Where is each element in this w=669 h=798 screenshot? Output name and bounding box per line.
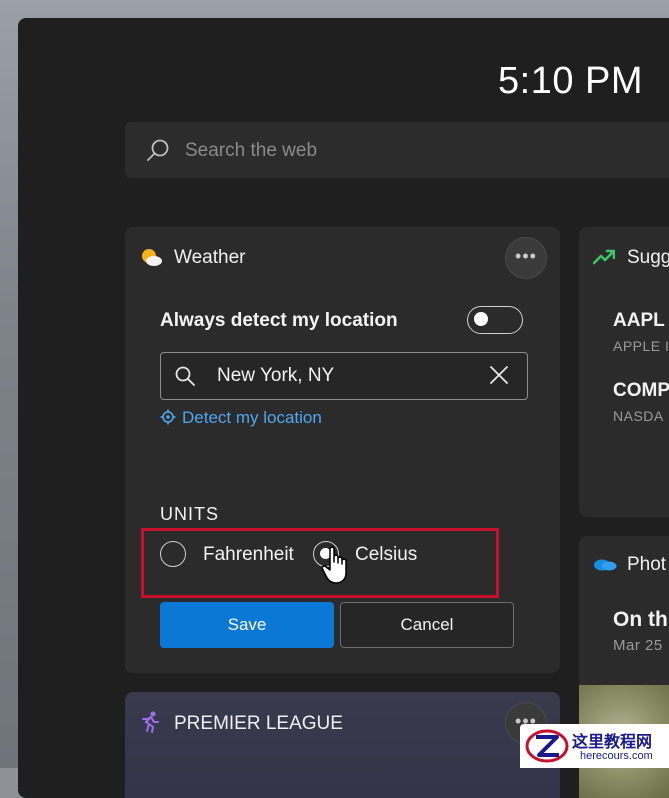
clear-icon[interactable] [488,364,510,386]
detect-location-label: Detect my location [182,408,322,427]
search-placeholder: Search the web [185,140,318,161]
suggested-stocks-card: Sugg AAPL APPLE I COMP NASDA [579,227,669,517]
detect-location-toggle-label: Always detect my location [160,310,398,331]
locate-icon [160,409,176,425]
photos-card-title: Phot [627,554,667,575]
detect-location-link[interactable]: Detect my location [160,408,322,428]
weather-card: Weather ••• Always detect my location Ne… [125,227,560,673]
stock-name: APPLE I [613,338,669,354]
photo-headline[interactable]: On th [613,608,668,632]
watermark-en-text: herecours.com [580,750,653,762]
premier-league-card: PREMIER LEAGUE ••• [125,692,560,798]
runner-icon [142,711,159,733]
weather-more-button[interactable]: ••• [505,237,547,279]
web-search-bar[interactable]: Search the web [125,122,669,178]
widgets-panel: 5:10 PM Search the web Weather ••• Alway… [18,18,669,798]
photo-date: Mar 25 [613,637,663,654]
location-input[interactable]: New York, NY [160,352,528,400]
fahrenheit-label[interactable]: Fahrenheit [203,544,294,566]
clock: 5:10 PM [498,60,644,102]
stock-symbol[interactable]: AAPL [613,310,665,332]
site-watermark: 这里教程网 herecours.com [520,724,669,768]
weather-sun-cloud-icon [142,249,162,266]
stock-symbol[interactable]: COMP [613,380,669,402]
location-value: New York, NY [217,365,335,386]
detect-location-toggle[interactable] [467,306,523,334]
search-icon [147,139,169,161]
suggested-card-title: Sugg [627,247,669,268]
toggle-knob [474,312,488,326]
celsius-label[interactable]: Celsius [355,544,417,566]
units-heading: UNITS [160,504,219,524]
hand-cursor-icon [321,546,347,584]
trending-up-icon [593,249,615,265]
save-button[interactable]: Save [160,602,334,648]
search-icon [175,366,195,386]
premier-league-title: PREMIER LEAGUE [174,713,343,734]
cancel-button[interactable]: Cancel [340,602,514,648]
fahrenheit-radio[interactable] [160,541,186,567]
weather-card-title: Weather [174,247,246,268]
onedrive-cloud-icon [594,559,617,571]
watermark-cn-text: 这里教程网 [572,732,653,751]
stock-name: NASDA [613,408,664,424]
watermark-logo-icon [525,729,569,763]
